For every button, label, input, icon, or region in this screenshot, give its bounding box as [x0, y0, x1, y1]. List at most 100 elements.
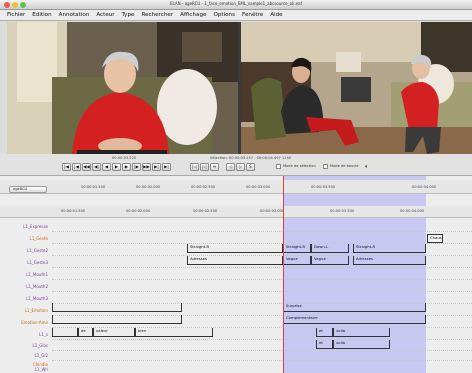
- window-title: ELAN - ageRCU - 1_face_emotion_EML_sampl…: [170, 1, 302, 6]
- ruler-tick: 00:00:02.500: [191, 185, 216, 189]
- menu-fichier[interactable]: Fichier: [7, 12, 25, 18]
- video-player-right[interactable]: [241, 22, 472, 154]
- tier-label[interactable]: L1_Gl2: [0, 353, 50, 358]
- current-time: 00:00:03.220: [112, 156, 137, 160]
- tier-label[interactable]: L1_Glos: [0, 343, 50, 348]
- menu-aide[interactable]: Aide: [270, 12, 282, 18]
- tier-label[interactable]: L1_Mouth1: [0, 272, 50, 277]
- media-controls: 00:00:03.220 Sélection: 00:00:03.257 - 0…: [0, 154, 472, 176]
- annotation[interactable]: valeur: [93, 328, 135, 337]
- tier-row[interactable]: [52, 267, 472, 268]
- annotation[interactable]: [52, 303, 182, 312]
- fast-forward-button[interactable]: ▶▶: [142, 163, 151, 171]
- play-button[interactable]: ▶: [112, 163, 121, 171]
- menu-fenetre[interactable]: Fenêtre: [242, 12, 263, 18]
- tier-label[interactable]: L1_Expresse: [0, 224, 50, 229]
- annotation[interactable]: Chaus: [427, 234, 443, 243]
- tier-label[interactable]: L1_s: [0, 332, 50, 337]
- ruler-tick: 00:00:03.000: [260, 209, 285, 213]
- title-bar: ELAN - ageRCU - 1_face_emotion_EML_sampl…: [0, 0, 472, 10]
- mode-selection-checkbox[interactable]: [276, 164, 281, 169]
- ruler-tick: 00:00:03.500: [311, 185, 336, 189]
- rewind-button[interactable]: ◀◀: [82, 163, 91, 171]
- ruler-tick: 00:00:04.000: [400, 209, 425, 213]
- move-right-button[interactable]: ▷: [236, 163, 245, 171]
- annotation[interactable]: Straight-R: [353, 244, 426, 253]
- menu-affichage[interactable]: Affichage: [180, 12, 206, 18]
- mode-boucle-checkbox[interactable]: [323, 164, 328, 169]
- ruler-tick: 00:00:02.500: [193, 209, 218, 213]
- volume-icon[interactable]: 🔈︎: [365, 163, 369, 171]
- menu-edition[interactable]: Edition: [32, 12, 51, 18]
- tier-label[interactable]: L1_Wri: [0, 367, 50, 372]
- annotation[interactable]: et: [316, 328, 333, 337]
- annotation[interactable]: Vague: [283, 256, 311, 265]
- move-left-button[interactable]: ◁: [226, 163, 235, 171]
- annotation[interactable]: Surprise: [283, 303, 426, 312]
- tier-row[interactable]: [52, 279, 472, 280]
- ruler-tick: 00:00:02.000: [136, 185, 161, 189]
- tier-label[interactable]: L1_Mouth2: [0, 284, 50, 289]
- tier-label[interactable]: L1_Geste2: [0, 248, 50, 253]
- selection-end-button[interactable]: ▷|: [200, 163, 209, 171]
- annotation[interactable]: Adresses: [353, 256, 426, 265]
- playhead-cursor[interactable]: [283, 176, 284, 373]
- tier-label[interactable]: L1_Geste3: [0, 260, 50, 265]
- annotation[interactable]: Adresses: [187, 256, 283, 265]
- ruler-tick: 00:00:01.500: [81, 185, 106, 189]
- timeline-viewer[interactable]: ageRCU 00:00:01.500 00:00:02.000 00:00:0…: [0, 176, 472, 373]
- menu-options[interactable]: Options: [213, 12, 235, 18]
- video-player-left[interactable]: [7, 22, 238, 154]
- time-ruler-top: ageRCU 00:00:01.500 00:00:02.000 00:00:0…: [0, 180, 472, 194]
- annotation[interactable]: Down-L: [311, 244, 349, 253]
- annotation[interactable]: Straight-R: [283, 244, 311, 253]
- tier-label[interactable]: Emotion-Ame: [0, 320, 50, 325]
- ruler-tick: 00:00:03.500: [330, 209, 355, 213]
- annotation[interactable]: Complementaire: [283, 315, 426, 324]
- clear-selection-button[interactable]: S: [246, 163, 255, 171]
- next-frame-button[interactable]: |▶: [132, 163, 141, 171]
- ruler-tick: 00:00:01.500: [61, 209, 86, 213]
- ruler-tick: 00:00:02.000: [126, 209, 151, 213]
- time-ruler: 00:00:01.500 00:00:02.000 00:00:02.500 0…: [0, 206, 472, 218]
- tier-label[interactable]: L1_Emotion: [0, 308, 50, 313]
- selection-begin-button[interactable]: |◁: [190, 163, 199, 171]
- annotation[interactable]: voila: [333, 340, 390, 349]
- tier-label[interactable]: L1_Mouth3: [0, 296, 50, 301]
- annotation[interactable]: Vague: [311, 256, 349, 265]
- previous-scrollview-button[interactable]: |◀: [72, 163, 81, 171]
- tier-row[interactable]: [52, 339, 472, 340]
- menu-bar: Fichier Edition Annotation Acteur Type R…: [0, 10, 472, 21]
- tier-row[interactable]: [52, 350, 472, 351]
- mode-selection-label: Mode de sélection: [283, 164, 316, 168]
- next-scrollview-button[interactable]: ▶|: [152, 163, 161, 171]
- step-forward-button[interactable]: ▶: [122, 163, 131, 171]
- annotation[interactable]: bien: [135, 328, 213, 337]
- tier-row[interactable]: [52, 360, 472, 361]
- selection-readout: Sélection: 00:00:03.257 - 00:00:04.497 1…: [210, 156, 292, 160]
- step-back-button[interactable]: ◀: [102, 163, 111, 171]
- menu-type[interactable]: Type: [122, 12, 135, 18]
- mode-boucle-label: Mode de boucle: [330, 164, 359, 168]
- elan-window: ELAN - ageRCU - 1_face_emotion_EML_sampl…: [0, 0, 472, 373]
- tier-label[interactable]: L1_Geste: [0, 236, 50, 241]
- ruler-tick: 00:00:03.000: [246, 185, 271, 189]
- annotation[interactable]: [52, 315, 182, 324]
- go-to-begin-button[interactable]: |◀: [62, 163, 71, 171]
- video-area: [7, 22, 472, 154]
- tier-row[interactable]: [52, 291, 472, 292]
- go-to-end-button[interactable]: ▶|: [162, 163, 171, 171]
- menu-rechercher[interactable]: Rechercher: [141, 12, 173, 18]
- menu-acteur[interactable]: Acteur: [96, 12, 114, 18]
- annotation[interactable]: et: [316, 340, 333, 349]
- annotation[interactable]: voila: [333, 328, 390, 337]
- menu-annotation[interactable]: Annotation: [59, 12, 90, 18]
- annotation[interactable]: Straight-R: [187, 244, 283, 253]
- annotation[interactable]: de: [78, 328, 93, 337]
- tier-row[interactable]: [52, 231, 472, 232]
- play-selection-button[interactable]: ↔: [210, 163, 219, 171]
- previous-frame-button[interactable]: ◀|: [92, 163, 101, 171]
- annotation[interactable]: [52, 328, 78, 337]
- tier-dropdown[interactable]: ageRCU: [9, 186, 47, 193]
- ruler-tick: 00:00:04.000: [412, 185, 437, 189]
